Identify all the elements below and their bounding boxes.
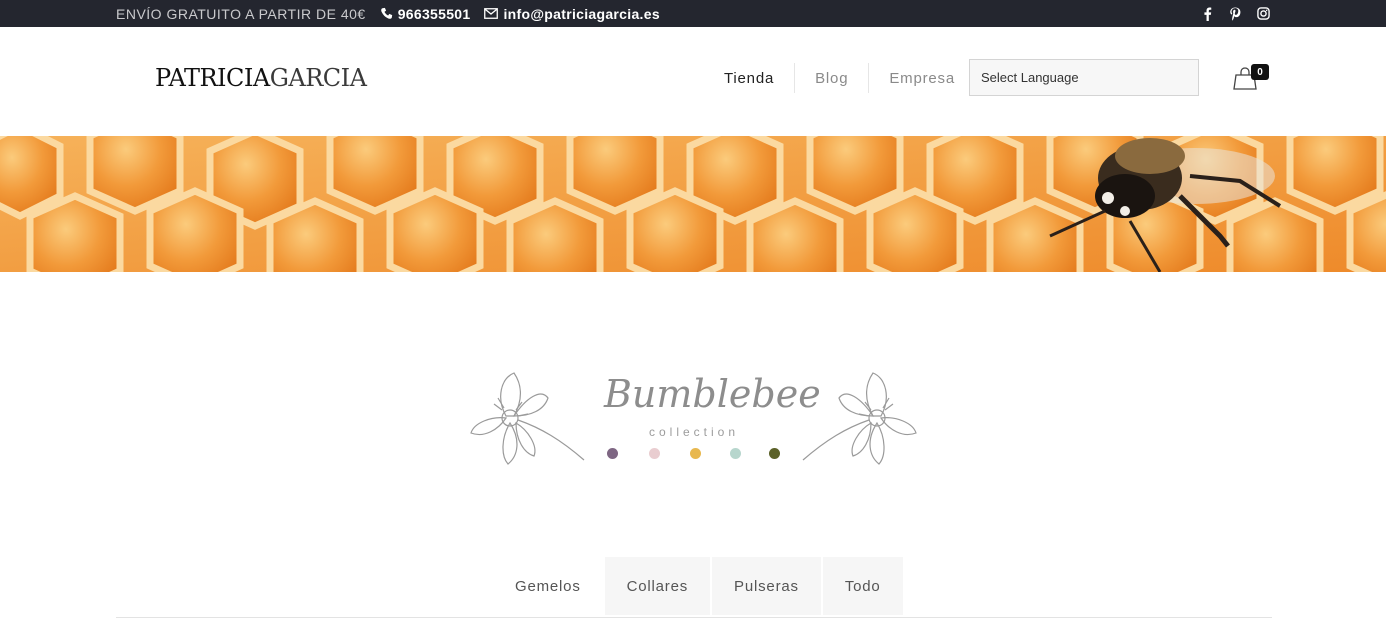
main-nav: Tienda Blog Empresa xyxy=(704,63,975,93)
cart-count-badge: 0 xyxy=(1251,64,1269,80)
tab-todo[interactable]: Todo xyxy=(822,557,903,615)
instagram-icon[interactable] xyxy=(1256,7,1270,21)
color-dot-olive xyxy=(769,448,780,459)
phone-number: 966355501 xyxy=(397,5,471,22)
top-bar: ENVÍO GRATUITO A PARTIR DE 40€ 966355501… xyxy=(0,0,1386,27)
collection-subtitle: collection xyxy=(648,425,740,439)
tab-gemelos[interactable]: Gemelos xyxy=(493,557,603,615)
collection-title: Bumblebee xyxy=(604,372,821,416)
honeycomb-bee-image xyxy=(0,136,1386,272)
nav-item-blog[interactable]: Blog xyxy=(794,63,868,93)
email-address: info@patriciagarcia.es xyxy=(503,5,660,22)
color-dot-yellow xyxy=(690,448,701,459)
nav-item-tienda[interactable]: Tienda xyxy=(704,63,794,93)
nav-item-empresa[interactable]: Empresa xyxy=(868,63,975,93)
tab-pulseras[interactable]: Pulseras xyxy=(712,557,821,615)
site-logo[interactable]: PATRICIAGARCIA xyxy=(155,64,367,92)
phone-link[interactable]: 966355501 xyxy=(380,6,471,22)
tab-collares[interactable]: Collares xyxy=(604,557,711,615)
bumblebee-collection-logo: Bumblebee collection xyxy=(466,368,920,472)
logo-text-second: GARCIA xyxy=(269,64,367,92)
mail-icon xyxy=(484,8,499,19)
honeycomb-banner xyxy=(0,136,1386,272)
site-header: PATRICIAGARCIA Tienda Blog Empresa Selec… xyxy=(0,27,1386,136)
free-shipping-text: ENVÍO GRATUITO A PARTIR DE 40€ xyxy=(116,5,366,22)
language-select[interactable]: Select Language xyxy=(969,59,1199,96)
top-bar-info: ENVÍO GRATUITO A PARTIR DE 40€ 966355501… xyxy=(116,0,660,27)
color-dot-mint xyxy=(730,448,741,459)
logo-text-first: PATRICIA xyxy=(155,64,270,92)
flower-left-icon xyxy=(470,372,585,465)
color-dot-purple xyxy=(607,448,618,459)
phone-icon xyxy=(380,7,393,20)
facebook-icon[interactable] xyxy=(1200,6,1214,21)
social-links xyxy=(1200,0,1270,27)
product-category-tabs: Gemelos Collares Pulseras Todo xyxy=(493,557,903,615)
email-link[interactable]: info@patriciagarcia.es xyxy=(484,5,660,22)
color-dot-pink xyxy=(649,448,660,459)
pinterest-icon[interactable] xyxy=(1228,6,1242,21)
flower-right-icon xyxy=(802,372,917,465)
tabs-divider xyxy=(116,617,1272,618)
